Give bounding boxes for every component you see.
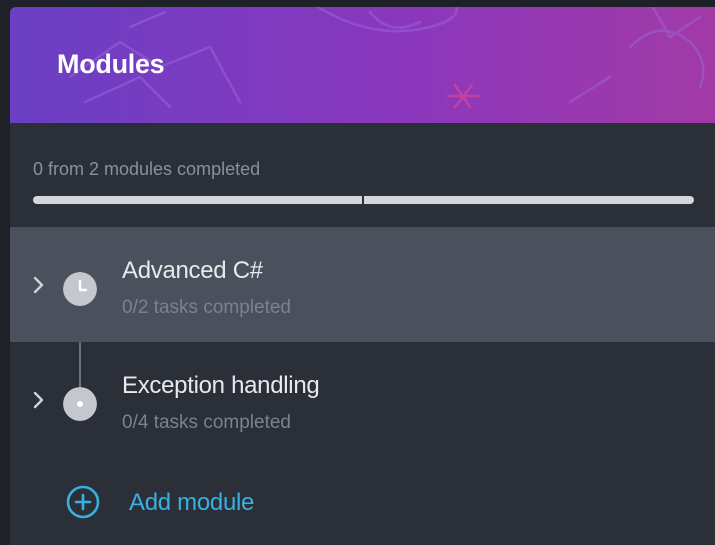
- modules-progress-bar: [33, 196, 694, 204]
- module-title: Advanced C#: [122, 257, 263, 284]
- module-item-advanced-csharp[interactable]: Advanced C# 0/2 tasks completed: [10, 227, 715, 342]
- module-title: Exception handling: [122, 372, 320, 399]
- module-task-count: 0/4 tasks completed: [122, 412, 291, 433]
- clock-icon: [63, 272, 97, 306]
- module-task-count: 0/2 tasks completed: [122, 297, 291, 318]
- plus-circle-icon[interactable]: [66, 485, 100, 519]
- add-module-label[interactable]: Add module: [129, 489, 254, 517]
- page-title: Modules: [57, 49, 165, 79]
- chevron-right-icon[interactable]: [32, 390, 46, 410]
- progress-segment-1: [33, 196, 362, 204]
- dot-icon: [63, 387, 97, 421]
- progress-segment-2: [364, 196, 694, 204]
- modules-header: Modules: [10, 7, 715, 123]
- progress-summary: 0 from 2 modules completed: [33, 159, 261, 179]
- module-item-exception-handling[interactable]: Exception handling 0/4 tasks completed: [10, 342, 715, 457]
- chevron-right-icon[interactable]: [32, 275, 46, 295]
- modules-panel: Modules 0 from 2 modules completed Advan…: [10, 7, 715, 545]
